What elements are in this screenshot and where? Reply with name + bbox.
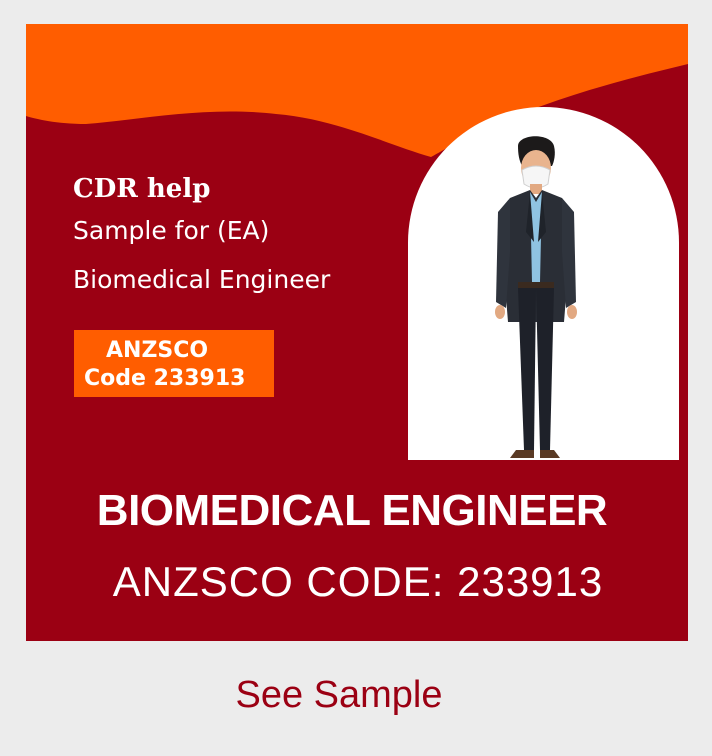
card-code: ANZSCO CODE: 233913 [112, 558, 604, 605]
anzsco-badge: ANZSCO Code 233913 [74, 330, 274, 397]
anzsco-badge-code: Code 233913 [84, 366, 246, 391]
card-title: BIOMEDICAL ENGINEER [96, 486, 608, 535]
anzsco-badge-label: ANZSCO [106, 338, 209, 363]
banner-subtitle: Sample for (EA) [73, 216, 270, 245]
brand-text: CDR help [73, 174, 211, 204]
person-illustration [495, 136, 577, 458]
banner-occupation: Biomedical Engineer [73, 265, 331, 294]
banner-image: CDR help Sample for (EA) Biomedical Engi… [26, 24, 688, 460]
see-sample-link[interactable]: See Sample [0, 674, 678, 717]
sample-card[interactable]: CDR help Sample for (EA) Biomedical Engi… [26, 24, 688, 641]
